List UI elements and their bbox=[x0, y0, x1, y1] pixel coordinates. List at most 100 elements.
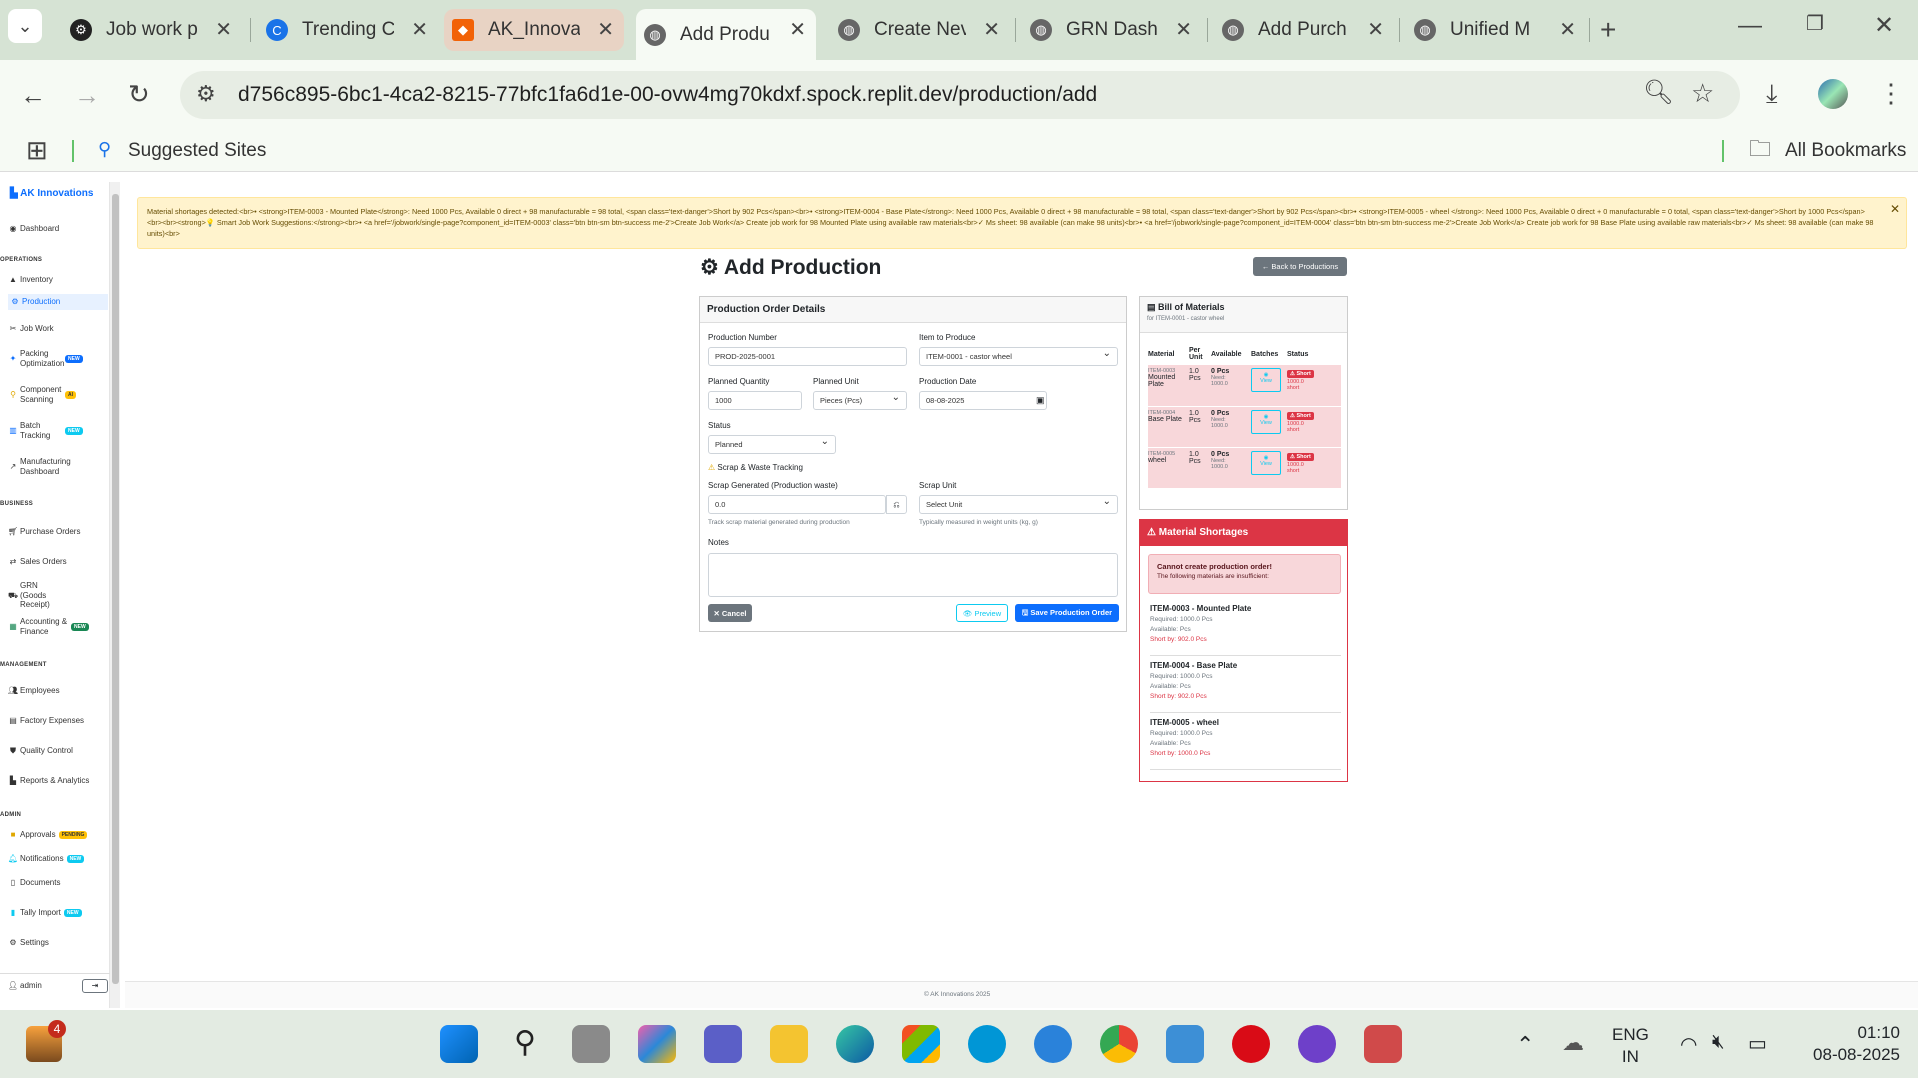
store-icon[interactable] bbox=[902, 1025, 940, 1063]
minimize-icon[interactable]: — bbox=[1738, 14, 1762, 38]
sidebar-item-batch-tracking[interactable]: ▥ Batch Tracking NEW bbox=[6, 421, 110, 440]
tab-add-purchase[interactable]: ◍ Add Purch ✕ bbox=[1214, 9, 1394, 51]
profile-avatar[interactable] bbox=[1818, 79, 1848, 109]
sidebar-item-accounting[interactable]: ▦ Accounting & Finance NEW bbox=[6, 617, 110, 636]
zoom-icon[interactable]: 🔍︎ bbox=[1643, 81, 1673, 105]
view-batches-button[interactable]: ◉ View bbox=[1251, 450, 1281, 475]
view-batches-button[interactable]: ◉ View bbox=[1251, 368, 1281, 392]
notepad-icon[interactable] bbox=[1166, 1025, 1204, 1063]
all-bookmarks-link[interactable]: All Bookmarks bbox=[1785, 140, 1906, 162]
edge-icon[interactable] bbox=[836, 1025, 874, 1063]
sidebar-item-factory-expenses[interactable]: ▤ Factory Expenses bbox=[6, 716, 110, 726]
apps-grid-icon[interactable]: ⊞ bbox=[26, 137, 48, 163]
save-production-order-button[interactable]: 🖫 Save Production Order bbox=[1015, 604, 1119, 622]
window-close-icon[interactable]: ✕ bbox=[1874, 14, 1894, 38]
sidebar-item-documents[interactable]: ▯ Documents bbox=[6, 878, 110, 888]
sidebar-item-approvals[interactable]: ■ Approvals PENDING bbox=[6, 830, 110, 840]
url-text[interactable]: d756c895-6bc1-4ca2-8215-77bfc1fa6d1e-00-… bbox=[238, 83, 1097, 107]
sidebar-item-tally-import[interactable]: ▮ Tally Import NEW bbox=[6, 908, 110, 918]
calendar-icon[interactable]: ▣ bbox=[1036, 395, 1045, 406]
cancel-button[interactable]: ✕ Cancel bbox=[708, 604, 752, 622]
scrap-unit-select[interactable]: Select Unit bbox=[919, 495, 1118, 514]
github-icon[interactable] bbox=[1298, 1025, 1336, 1063]
file-explorer-icon[interactable] bbox=[770, 1025, 808, 1063]
tab-grn-dashboard[interactable]: ◍ GRN Dashb ✕ bbox=[1022, 9, 1202, 51]
sidebar-item-quality-control[interactable]: ⛊ Quality Control bbox=[6, 746, 110, 756]
close-icon[interactable]: ✕ bbox=[411, 17, 428, 42]
hp-icon[interactable] bbox=[968, 1025, 1006, 1063]
sidebar-item-inventory[interactable]: ▲ Inventory bbox=[6, 275, 110, 285]
close-icon[interactable]: ✕ bbox=[1175, 17, 1192, 42]
view-batches-button[interactable]: ◉ View bbox=[1251, 409, 1281, 434]
notes-label: Notes bbox=[708, 538, 729, 547]
suggested-sites-link[interactable]: Suggested Sites bbox=[128, 140, 266, 162]
back-icon[interactable]: ← bbox=[20, 82, 46, 108]
planned-unit-select[interactable]: Pieces (Pcs) bbox=[813, 391, 907, 410]
preview-button[interactable]: 👁 Preview bbox=[956, 604, 1008, 622]
snipping-tool-icon[interactable] bbox=[1364, 1025, 1402, 1063]
close-icon[interactable]: ✕ bbox=[789, 17, 806, 42]
restore-icon[interactable]: ❐ bbox=[1806, 14, 1824, 34]
close-icon[interactable]: ✕ bbox=[597, 17, 614, 42]
sidebar-item-production[interactable]: ⚙ Production bbox=[8, 294, 108, 310]
sidebar-item-dashboard[interactable]: ◉ Dashboard bbox=[6, 224, 110, 234]
forward-icon[interactable]: → bbox=[74, 82, 100, 108]
sidebar-item-manufacturing-dashboard[interactable]: ↗ Manufacturing Dashboard bbox=[6, 457, 110, 476]
scrap-generated-input[interactable]: 0.0 bbox=[708, 495, 886, 514]
logout-button[interactable]: ⇥ bbox=[82, 979, 108, 993]
sidebar-item-employees[interactable]: 👥︎ Employees bbox=[6, 686, 110, 696]
task-view-icon[interactable] bbox=[572, 1025, 610, 1063]
help-icon[interactable] bbox=[1034, 1025, 1072, 1063]
tab-create-new[interactable]: ◍ Create Nev ✕ bbox=[830, 9, 1010, 51]
tab-add-production[interactable]: ◍ Add Produ ✕ bbox=[636, 9, 816, 60]
start-icon[interactable] bbox=[440, 1025, 478, 1063]
battery-icon[interactable]: ▭ bbox=[1748, 1031, 1767, 1056]
calculate-icon[interactable]: ⎌ bbox=[886, 495, 907, 514]
tab-trending[interactable]: C Trending C ✕ bbox=[258, 9, 438, 51]
bookmark-star-icon[interactable]: ☆ bbox=[1691, 80, 1714, 106]
close-icon[interactable]: ✕ bbox=[1367, 17, 1384, 42]
back-to-productions-button[interactable]: ← Back to Productions bbox=[1253, 257, 1347, 276]
tab-search-button[interactable]: ⌄ bbox=[8, 9, 42, 43]
sidebar-item-purchase-orders[interactable]: 🛒︎ Purchase Orders bbox=[6, 527, 110, 537]
planned-quantity-input[interactable]: 1000 bbox=[708, 391, 802, 410]
sidebar-item-sales-orders[interactable]: ⇄ Sales Orders bbox=[6, 557, 110, 567]
volume-muted-icon[interactable]: 🔇︎ bbox=[1712, 1031, 1725, 1054]
close-icon[interactable]: ✕ bbox=[1559, 17, 1576, 42]
production-date-input[interactable]: 08-08-2025 bbox=[919, 391, 1047, 410]
new-tab-icon[interactable]: + bbox=[1600, 16, 1616, 44]
download-icon[interactable]: ⤓ bbox=[1766, 80, 1778, 106]
sidebar-item-notifications[interactable]: 🔔︎ Notifications NEW bbox=[6, 854, 110, 864]
tab-unified[interactable]: ◍ Unified M ✕ bbox=[1406, 9, 1586, 51]
close-icon[interactable]: ✕ bbox=[983, 17, 1000, 42]
language-indicator[interactable]: ENG IN bbox=[1612, 1024, 1649, 1068]
chrome-icon[interactable] bbox=[1100, 1025, 1138, 1063]
tab-job-work[interactable]: ⚙ Job work p ✕ bbox=[62, 9, 242, 51]
close-icon[interactable]: ✕ bbox=[215, 17, 232, 42]
scrollbar-thumb[interactable] bbox=[112, 194, 119, 984]
sidebar-item-job-work[interactable]: ✂ Job Work bbox=[6, 324, 110, 334]
teams-icon[interactable] bbox=[704, 1025, 742, 1063]
cloud-icon[interactable]: ☁ bbox=[1562, 1030, 1584, 1056]
copilot-icon[interactable] bbox=[638, 1025, 676, 1063]
sidebar-item-packing[interactable]: ✦ Packing Optimization NEW bbox=[6, 349, 110, 368]
clock[interactable]: 01:10 08-08-2025 bbox=[1790, 1022, 1900, 1066]
site-settings-icon[interactable]: ⚙ bbox=[196, 83, 216, 105]
wifi-icon[interactable]: ◠ bbox=[1680, 1032, 1697, 1057]
reload-icon[interactable]: ↻ bbox=[128, 81, 150, 107]
production-number-input[interactable]: PROD-2025-0001 bbox=[708, 347, 907, 366]
sidebar-item-grn[interactable]: ⛟ GRN (Goods Receipt) bbox=[6, 581, 110, 610]
brand[interactable]: ▙ AK Innovations bbox=[10, 188, 93, 199]
opera-icon[interactable] bbox=[1232, 1025, 1270, 1063]
sidebar-item-component-scanning[interactable]: ⚲ Component Scanning AI bbox=[6, 385, 110, 404]
menu-icon[interactable]: ⋮ bbox=[1878, 80, 1904, 106]
sidebar-item-reports[interactable]: ▙ Reports & Analytics bbox=[6, 776, 110, 786]
item-to-produce-select[interactable]: ITEM-0001 - castor wheel bbox=[919, 347, 1118, 366]
alert-close-icon[interactable]: ✕ bbox=[1890, 202, 1900, 216]
status-select[interactable]: Planned bbox=[708, 435, 836, 454]
chevron-up-icon[interactable]: ⌃ bbox=[1516, 1032, 1534, 1058]
sidebar-item-settings[interactable]: ⚙ Settings bbox=[6, 938, 110, 948]
tab-ak-innovat[interactable]: ◆ AK_Innovat ✕ bbox=[444, 9, 624, 51]
notes-textarea[interactable] bbox=[708, 553, 1118, 597]
search-icon[interactable]: ⚲ bbox=[506, 1025, 544, 1063]
